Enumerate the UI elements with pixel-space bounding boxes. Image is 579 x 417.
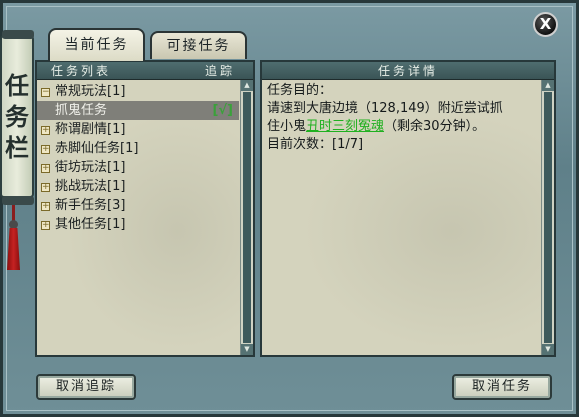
task-detail-panel: 任务详情 任务目的： 请速到大唐边境（128,149）附近尝试抓 住小鬼丑时三刻… [260,60,556,357]
task-category-row[interactable]: + 称谓剧情[1] [41,120,239,139]
side-label-char: 务 [5,102,29,131]
task-category-label: 挑战玩法[1] [55,179,126,194]
scroll-thumb[interactable] [544,92,552,343]
tassel-knot [9,220,18,229]
task-list-panel: 任务列表 追踪 − 常规玩法[1] 抓鬼任务 [√] + 称谓剧情[1] + 赤脚仙任… [35,60,255,357]
tab-available-tasks[interactable]: 可接任务 [150,31,247,59]
task-item-row-selected[interactable]: 抓鬼任务 [√] [37,101,239,120]
task-category-row[interactable]: + 其他任务[1] [41,215,239,234]
task-detail-title: 任务详情 [377,64,438,78]
expand-icon[interactable]: + [41,126,50,135]
cancel-task-button[interactable]: 取消任务 [452,374,552,400]
task-category-label: 街坊玩法[1] [55,160,126,175]
task-category-label: 新手任务[3] [55,198,126,213]
task-list-body: − 常规玩法[1] 抓鬼任务 [√] + 称谓剧情[1] + 赤脚仙任务[1] + 街坊… [37,80,253,355]
scroll-down-arrow-icon[interactable]: ▼ [542,344,554,355]
task-detail-line: 请速到大唐边境（128,149）附近尝试抓 [267,101,503,116]
untrack-button[interactable]: 取消追踪 [36,374,136,400]
task-item-label: 抓鬼任务 [55,103,108,118]
track-checkbox[interactable]: [√] [212,101,233,120]
collapse-icon[interactable]: − [41,88,50,97]
task-detail-prefix: 住小鬼 [267,119,307,134]
task-detail-suffix: （剩余30分钟）。 [384,119,486,134]
task-tree: − 常规玩法[1] 抓鬼任务 [√] + 称谓剧情[1] + 赤脚仙任务[1] + 街坊… [37,82,239,234]
expand-icon[interactable]: + [41,202,50,211]
task-category-row[interactable]: + 赤脚仙任务[1] [41,139,239,158]
task-category-label: 其他任务[1] [55,217,126,232]
task-progress: 目前次数：[1/7] [267,137,364,152]
task-detail-text: 任务目的： 请速到大唐边境（128,149）附近尝试抓 住小鬼丑时三刻冤魂（剩余… [267,82,538,154]
side-label-char: 栏 [5,133,29,162]
npc-link[interactable]: 丑时三刻冤魂 [306,119,384,134]
side-label-char: 任 [5,71,29,100]
task-category-row[interactable]: + 挑战玩法[1] [41,177,239,196]
task-category-row[interactable]: − 常规玩法[1] [41,82,239,101]
task-detail-line: 住小鬼丑时三刻冤魂（剩余30分钟）。 [267,118,538,136]
scroll-rod-bottom [2,196,34,205]
close-button[interactable]: X [533,12,558,37]
scroll-up-arrow-icon[interactable]: ▲ [241,80,253,91]
task-category-row[interactable]: + 街坊玩法[1] [41,158,239,177]
scroll-rod-top [2,30,34,39]
expand-icon[interactable]: + [41,221,50,230]
task-list-scrollbar[interactable]: ▲ ▼ [240,80,253,355]
task-detail-body: 任务目的： 请速到大唐边境（128,149）附近尝试抓 住小鬼丑时三刻冤魂（剩余… [262,80,554,355]
task-list-title: 任务列表 [51,64,112,78]
scroll-up-arrow-icon[interactable]: ▲ [542,80,554,91]
expand-icon[interactable]: + [41,164,50,173]
scroll-thumb[interactable] [243,92,251,343]
task-list-header: 任务列表 追踪 [37,62,253,80]
track-column-title: 追踪 [204,64,235,78]
task-category-label: 常规玩法[1] [55,84,126,99]
scroll-down-arrow-icon[interactable]: ▼ [241,344,253,355]
task-category-label: 称谓剧情[1] [55,122,126,137]
task-detail-header: 任务详情 [262,62,554,80]
task-detail-scrollbar[interactable]: ▲ ▼ [541,80,554,355]
expand-icon[interactable]: + [41,183,50,192]
task-category-row[interactable]: + 新手任务[3] [41,196,239,215]
task-goal-label: 任务目的： [267,83,333,98]
expand-icon[interactable]: + [41,145,50,154]
side-scroll-label: 任 务 栏 [0,35,34,198]
task-category-label: 赤脚仙任务[1] [55,141,139,156]
tab-current-tasks[interactable]: 当前任务 [48,28,145,61]
